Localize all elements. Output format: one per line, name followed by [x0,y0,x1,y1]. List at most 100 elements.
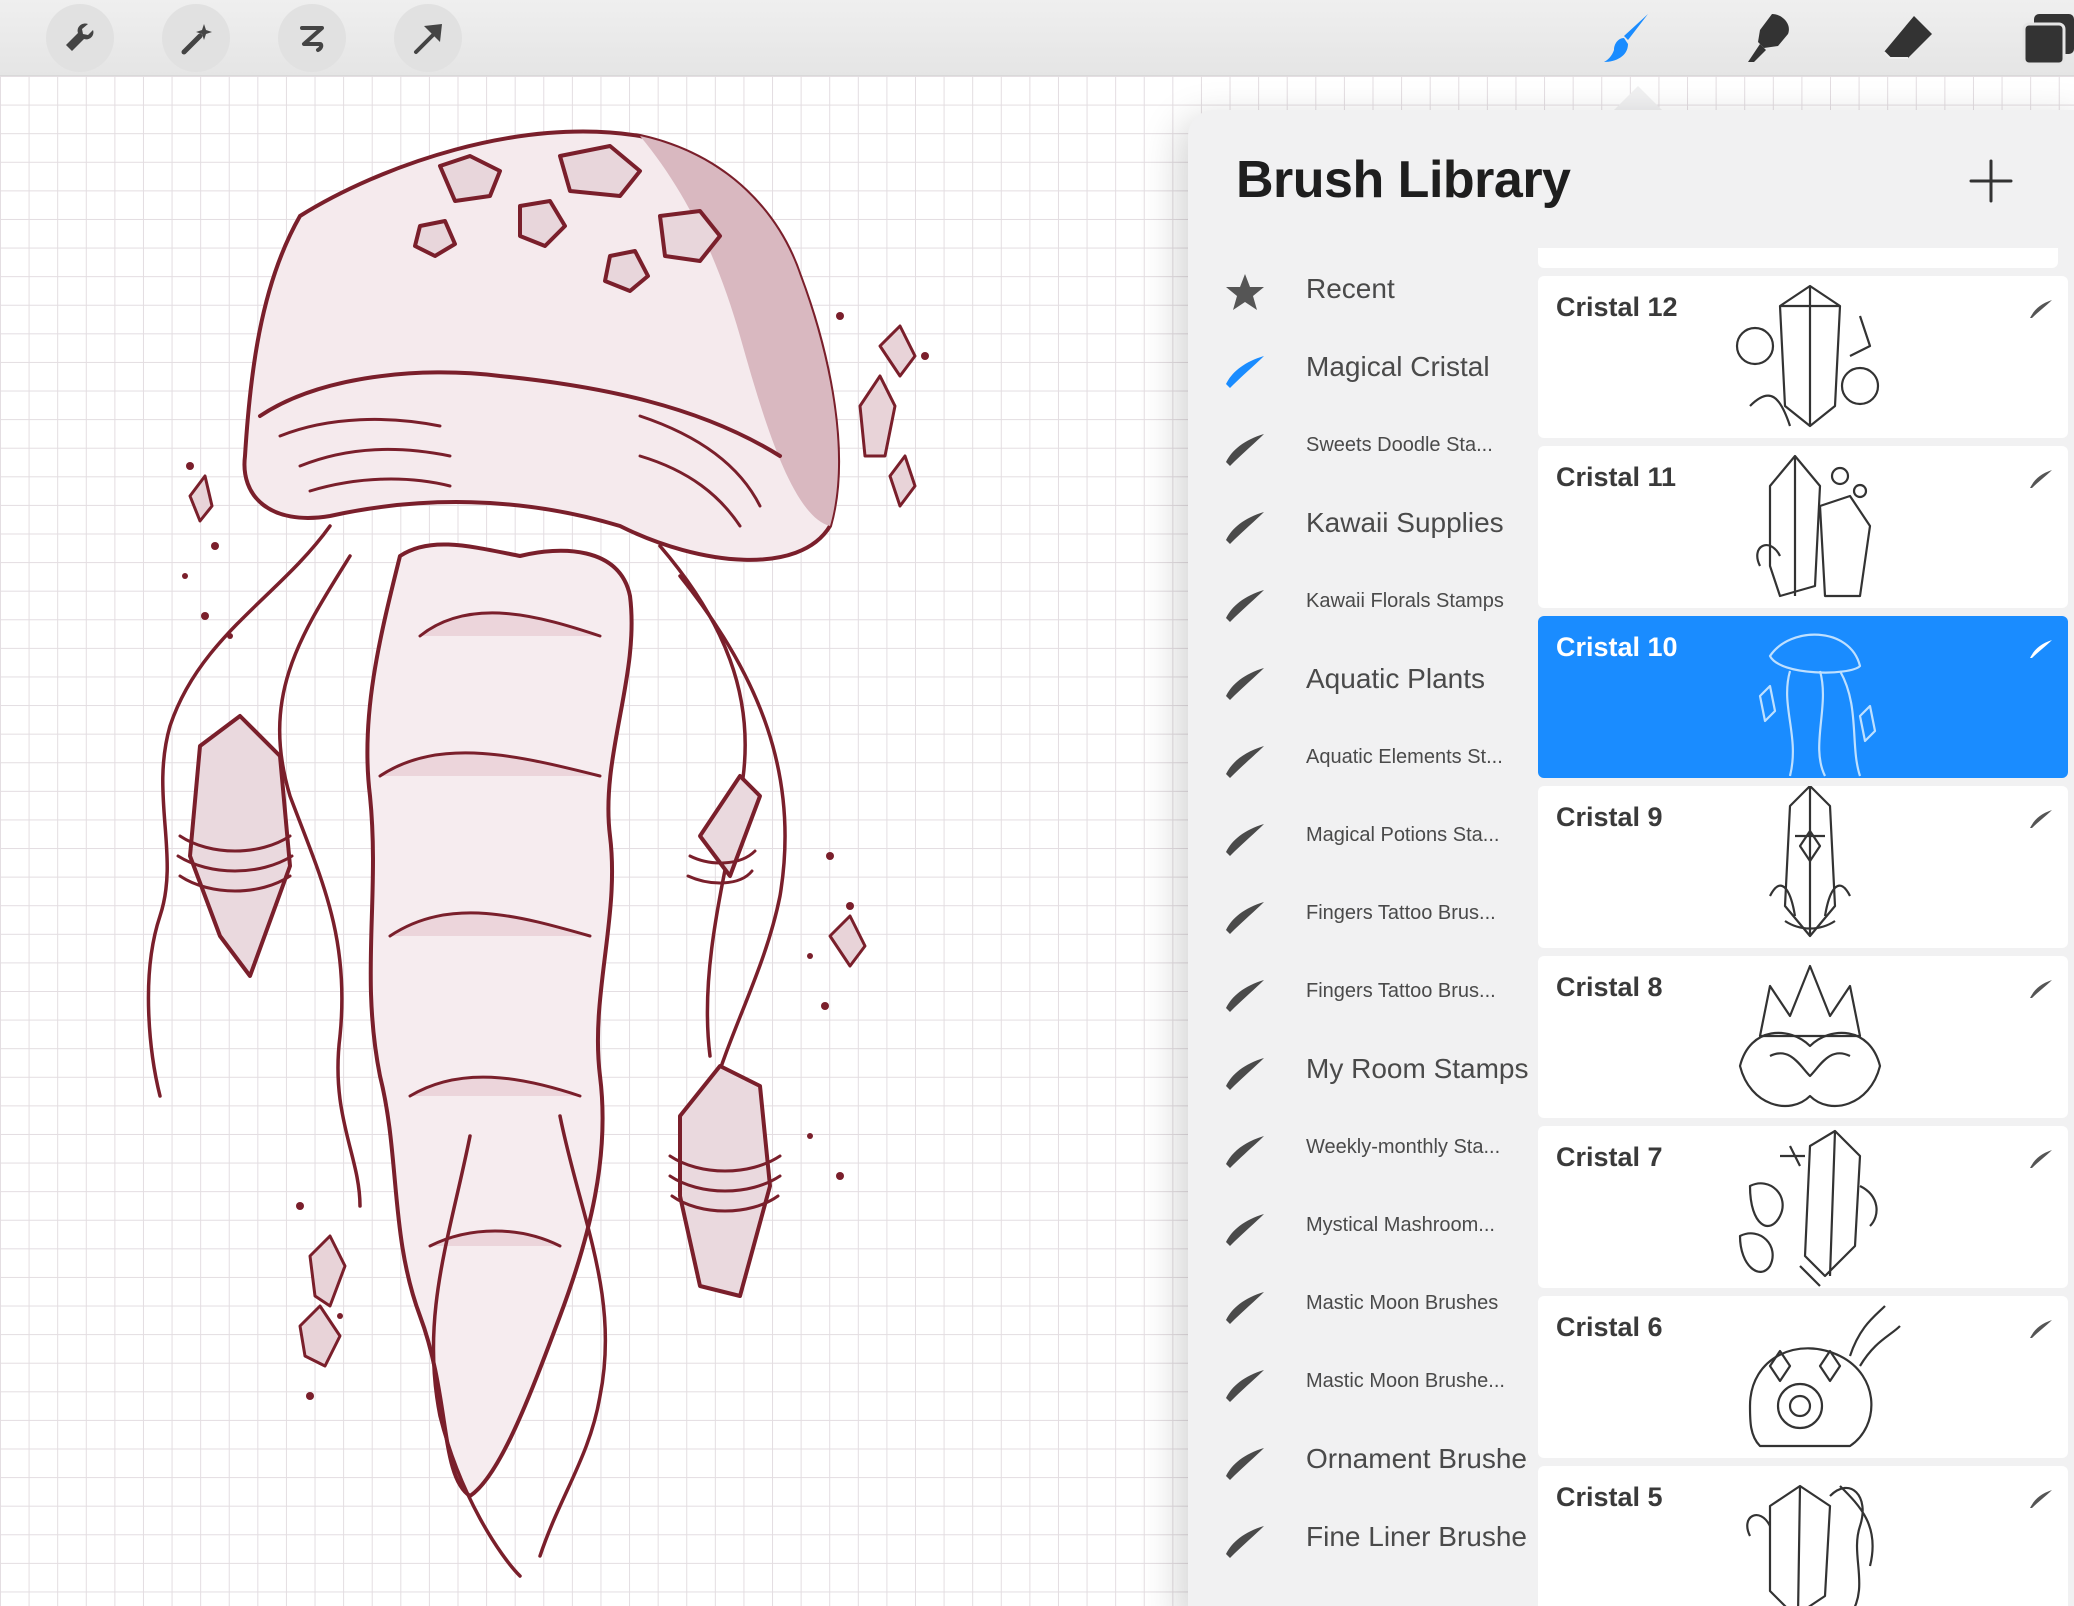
brush-stamp-preview [1735,284,1880,428]
brush-stroke-icon [2030,810,2052,828]
brush-set-item[interactable]: Ornament Brushes [1188,1420,1528,1498]
brush-stroke-icon [1226,1448,1264,1480]
brush-stroke-icon [1226,434,1264,466]
brush-set-label: Kawaii Supplies [1306,507,1504,538]
brush-stroke-icon [2030,470,2052,488]
selection-icon[interactable] [278,4,346,72]
brush-stroke-icon [1226,902,1264,934]
brush-set-label: Fine Liner Brushes [1306,1521,1528,1552]
brush-set-item[interactable]: Aquatic Plants [1188,640,1528,718]
layers-icon[interactable] [2014,4,2074,72]
brush-stroke-icon [1226,980,1264,1012]
brush-set-label: Recent [1306,273,1395,304]
brush-set-label: Fingers Tattoo Brus... [1306,979,1496,1002]
brush-stroke-icon [1226,1370,1264,1402]
brush-set-label: Aquatic Plants [1306,663,1485,694]
brush-stamp-preview [1756,454,1872,598]
brush-card[interactable]: Cristal 5 [1538,1466,2068,1606]
brush-icon[interactable] [1594,4,1662,72]
brush-set-label: Weekly-monthly Sta... [1306,1135,1501,1158]
brush-set-item[interactable]: Magical Potions Sta... [1188,796,1528,874]
brush-set-item[interactable]: Kawaii Florals Stamps [1188,562,1528,640]
brush-set-item[interactable]: Mystical Mashroom... [1188,1186,1528,1264]
brush-stroke-icon [2030,1320,2052,1338]
eraser-icon[interactable] [1874,4,1942,72]
brush-stroke-icon [1226,668,1264,700]
wrench-icon[interactable] [46,4,114,72]
brush-name: Cristal 8 [1556,972,1663,1002]
smudge-icon[interactable] [1734,4,1802,72]
brush-stroke-icon [1226,1058,1264,1090]
magic-wand-icon[interactable] [162,4,230,72]
brush-stroke-icon [1226,1214,1264,1246]
brush-set-item[interactable]: Fine Liner Brushes [1188,1498,1528,1576]
brush-stroke-icon [1226,1292,1264,1324]
brush-name: Cristal 12 [1556,292,1678,322]
brush-card[interactable]: Cristal 7 [1538,1126,2068,1288]
brush-library-panel: Brush Library Recent Magical Cristal Sweet… [1188,110,2074,1606]
brush-stroke-icon [1226,356,1264,388]
brush-set-item[interactable]: Mastic Moon Brushe... [1188,1342,1528,1420]
brush-set-item[interactable]: Weekly-monthly Sta... [1188,1108,1528,1186]
brush-set-item[interactable]: My Room Stamps [1188,1030,1528,1108]
brush-name: Cristal 6 [1556,1312,1663,1342]
brush-stamp-preview [1738,964,1882,1108]
brush-stroke-icon [1226,1526,1264,1558]
brush-card-partial [1538,248,2058,268]
brush-set-label: Mastic Moon Brushes [1306,1291,1499,1314]
brush-name: Cristal 11 [1556,462,1677,492]
brush-stroke-icon [1226,824,1264,856]
brush-set-label: Mystical Mashroom... [1306,1213,1495,1236]
brush-stroke-icon [2030,1150,2052,1168]
brush-name: Cristal 5 [1556,1482,1663,1512]
brush-stroke-icon [1226,1136,1264,1168]
brush-stamp-preview [1748,1305,1901,1448]
brush-set-label: Fingers Tattoo Brus... [1306,901,1496,924]
popover-arrow [1612,86,1664,112]
brush-set-item[interactable]: Sweets Doodle Sta... [1188,406,1528,484]
brush-card[interactable]: Cristal 8 [1538,956,2068,1118]
brush-stroke-icon [1226,746,1264,778]
plus-icon[interactable] [1966,156,2016,206]
brush-card[interactable]: Cristal 9 [1538,786,2068,948]
brush-set-item[interactable]: Mastic Moon Brushes [1188,1264,1528,1342]
brush-stroke-icon [2030,1490,2052,1508]
top-toolbar [0,0,2074,76]
brush-set-list[interactable]: Recent Magical Cristal Sweets Doodle Sta..… [1188,250,1528,1576]
brush-set-item[interactable]: Magical Cristal [1188,328,1528,406]
brush-card-selected[interactable]: Cristal 10 [1538,616,2068,778]
transform-arrow-icon[interactable] [394,4,462,72]
brush-set-label: Mastic Moon Brushe... [1306,1369,1505,1392]
brush-stamp-preview [1769,786,1851,938]
brush-set-item[interactable]: Kawaii Supplies [1188,484,1528,562]
brush-set-label: Magical Cristal [1306,351,1490,382]
brush-set-label: Magical Potions Sta... [1306,823,1500,846]
brush-card[interactable]: Cristal 6 [1538,1296,2068,1458]
brush-set-label: Sweets Doodle Sta... [1306,433,1493,456]
jellyfish-artwork [146,129,929,1578]
brush-set-item[interactable]: Aquatic Elements St... [1188,718,1528,796]
brush-stamp-preview [1746,1484,1874,1606]
brush-stroke-icon [1226,512,1264,544]
brush-stroke-icon [2030,640,2052,658]
brush-card[interactable]: Cristal 11 [1538,446,2068,608]
brush-card[interactable]: Cristal 12 [1538,276,2068,438]
brush-name: Cristal 9 [1556,802,1663,832]
star-icon [1226,274,1264,310]
brush-set-label: Kawaii Florals Stamps [1306,589,1504,612]
panel-title: Brush Library [1236,151,1571,209]
brush-name: Cristal 7 [1556,1142,1663,1172]
brush-stroke-icon [2030,980,2052,998]
brush-stroke-icon [2030,300,2052,318]
brush-set-label: Ornament Brushes [1306,1443,1528,1474]
brush-set-item[interactable]: Fingers Tattoo Brus... [1188,874,1528,952]
brush-stamp-preview [1758,633,1877,777]
brush-set-item[interactable]: Recent [1188,250,1528,328]
brush-name: Cristal 10 [1556,632,1678,662]
brush-set-item[interactable]: Fingers Tattoo Brus... [1188,952,1528,1030]
brush-set-label: Aquatic Elements St... [1306,745,1503,768]
brush-set-label: My Room Stamps [1306,1053,1528,1084]
brush-stroke-icon [1226,590,1264,622]
brush-stamp-preview [1738,1129,1878,1287]
brush-list[interactable]: Cristal 12 Cristal 11 Cristal 10 Cristal 9 C… [1528,248,2068,1606]
